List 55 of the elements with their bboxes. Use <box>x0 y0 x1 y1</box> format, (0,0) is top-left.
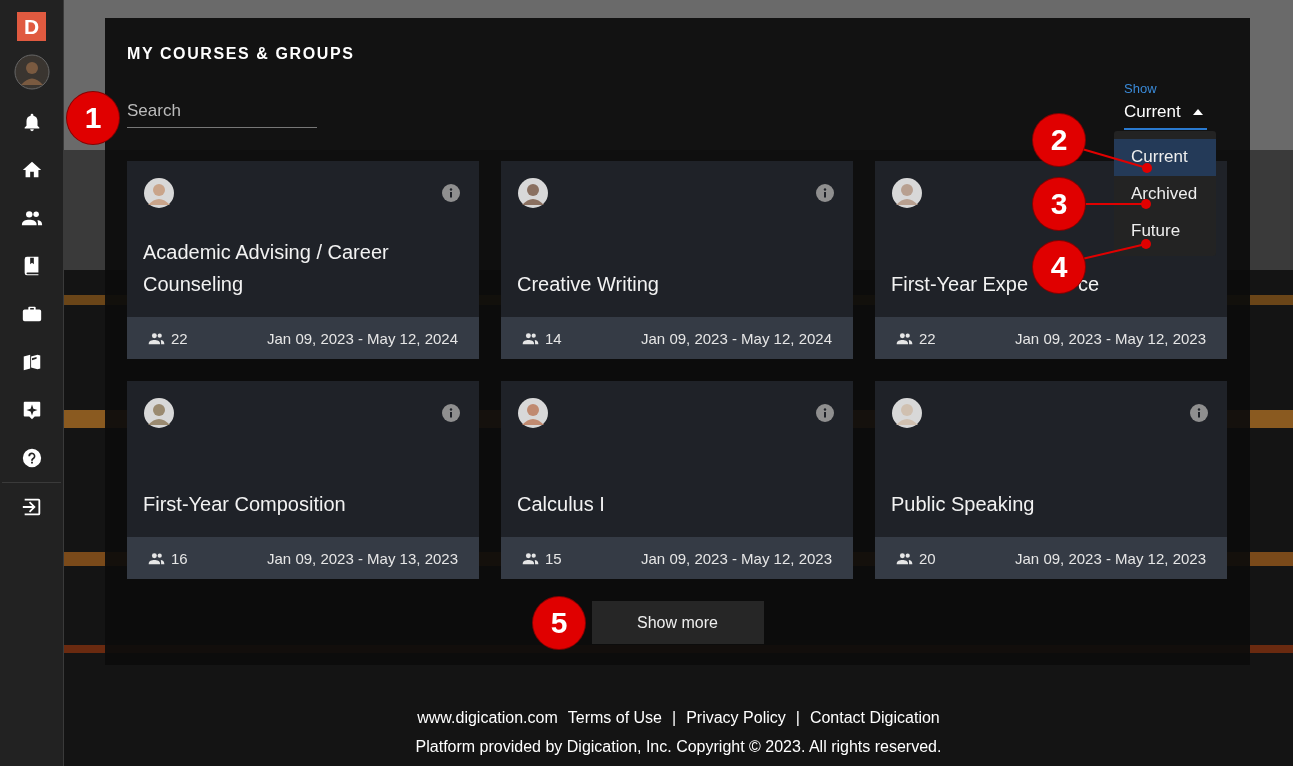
avatar-icon <box>143 177 175 209</box>
footer-link[interactable]: Terms of Use <box>567 709 662 727</box>
course-card[interactable]: Creative Writing 14 Jan 09, 2023 - May 12, 2024 <box>501 161 853 359</box>
date-range: Jan 09, 2023 - May 12, 2023 <box>1015 549 1206 567</box>
help-icon[interactable] <box>20 447 43 469</box>
footer-link[interactable]: www.digication.com <box>417 709 558 727</box>
date-range: Jan 09, 2023 - May 12, 2024 <box>267 329 458 347</box>
date-range: Jan 09, 2023 - May 12, 2024 <box>641 329 832 347</box>
member-count: 22 <box>919 329 936 347</box>
member-count: 22 <box>171 329 188 347</box>
show-more-button[interactable]: Show more <box>591 601 764 644</box>
panel-title: MY COURSES & GROUPS <box>127 44 356 64</box>
course-title: ce <box>1078 272 1100 297</box>
footer-link[interactable]: Privacy Policy <box>686 709 786 727</box>
field-label: Show <box>1124 81 1158 96</box>
leader-line <box>1083 199 1151 209</box>
menu-item[interactable]: Archived <box>1114 176 1216 213</box>
member-count: 16 <box>171 549 188 567</box>
search-field[interactable]: Search <box>127 97 317 128</box>
avatar-icon <box>891 177 923 209</box>
course-title: Creative Writing <box>517 272 660 297</box>
sign-in-icon[interactable] <box>20 496 43 518</box>
info-icon[interactable] <box>816 404 834 422</box>
course-title: First-Year Expe <box>891 272 1029 297</box>
course-card[interactable]: Calculus I 15 Jan 09, 2023 - May 12, 2023 <box>501 381 853 579</box>
logo[interactable]: D <box>17 12 46 41</box>
course-title: First-Year Composition <box>143 492 347 517</box>
avatar-icon[interactable] <box>13 54 50 90</box>
date-range: Jan 09, 2023 - May 13, 2023 <box>267 549 458 567</box>
date-range: Jan 09, 2023 - May 12, 2023 <box>1015 329 1206 347</box>
avatar-icon <box>143 397 175 429</box>
info-icon[interactable] <box>816 184 834 202</box>
avatar-icon <box>517 397 549 429</box>
member-count: 15 <box>545 549 562 567</box>
course-title: Calculus I <box>517 492 606 517</box>
course-card[interactable]: First-Year Composition 16 Jan 09, 2023 - May 13, 2023 <box>127 381 479 579</box>
course-card[interactable]: Public Speaking 20 Jan 09, 2023 - May 12, 2023 <box>875 381 1227 579</box>
info-icon[interactable] <box>442 404 460 422</box>
menu-item[interactable]: Current <box>1114 139 1216 176</box>
info-icon[interactable] <box>442 184 460 202</box>
menu-item[interactable]: Future <box>1114 213 1216 250</box>
separator: | <box>672 709 677 727</box>
info-icon[interactable] <box>1190 404 1208 422</box>
avatar-icon <box>891 397 923 429</box>
separator: | <box>795 709 800 727</box>
member-count: 14 <box>545 329 562 347</box>
footer-link[interactable]: Contact Digication <box>809 709 940 727</box>
course-card[interactable]: Academic Advising / Career Counseling 22 Jan 09, 2023 - May 12, 2024 <box>127 161 479 359</box>
member-count: 20 <box>919 549 936 567</box>
avatar-icon <box>517 177 549 209</box>
copyright-text: Platform provided by Digication, Inc. Copyright © 2023. All rights reserved. <box>415 738 942 756</box>
course-title: Public Speaking <box>891 492 1036 517</box>
caret-icon <box>1192 109 1203 115</box>
date-range: Jan 09, 2023 - May 12, 2023 <box>641 549 832 567</box>
course-title: Academic Advising / Career Counseling <box>143 240 390 297</box>
